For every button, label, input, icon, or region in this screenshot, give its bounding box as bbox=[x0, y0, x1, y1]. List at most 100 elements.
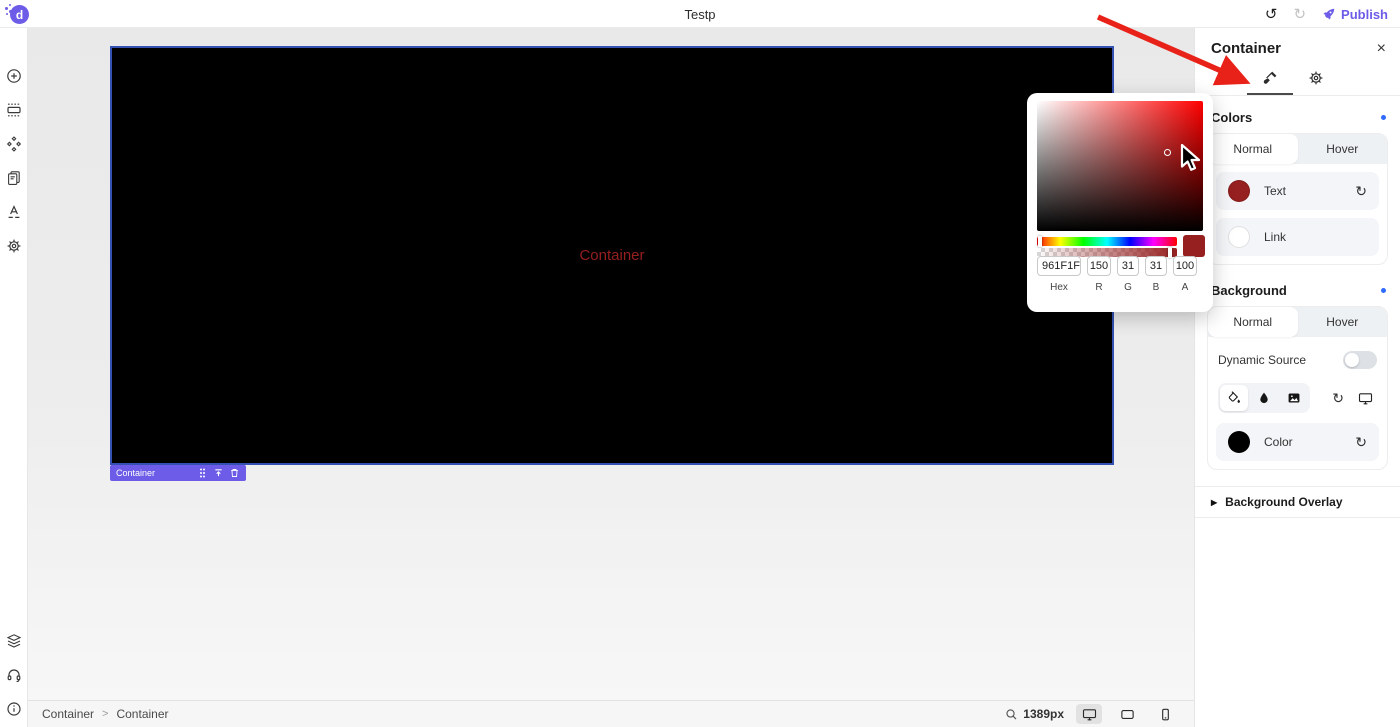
reset-text-color-icon[interactable]: ↻ bbox=[1355, 183, 1367, 200]
breadcrumb-separator: > bbox=[102, 708, 109, 720]
reset-background-color-icon[interactable]: ↻ bbox=[1355, 434, 1367, 451]
drag-handle-icon[interactable] bbox=[198, 468, 208, 479]
red-label: R bbox=[1095, 282, 1103, 293]
hex-label: Hex bbox=[1050, 282, 1068, 293]
colors-section: Normal Hover Text ↻ Link bbox=[1207, 133, 1388, 265]
editor-canvas[interactable]: Container Container bbox=[28, 28, 1194, 700]
color-pointer[interactable] bbox=[1164, 149, 1171, 156]
logo-dot bbox=[5, 7, 8, 10]
background-color-label: Color bbox=[1264, 435, 1293, 449]
background-active-dot bbox=[1381, 288, 1386, 293]
background-tab-hover[interactable]: Hover bbox=[1298, 307, 1388, 337]
device-tablet-icon[interactable] bbox=[1114, 704, 1140, 724]
publish-label: Publish bbox=[1341, 6, 1388, 22]
selection-badge-label: Container bbox=[116, 468, 156, 478]
alpha-input[interactable] bbox=[1173, 256, 1197, 276]
background-section: Normal Hover Dynamic Source ↻ Color ↻ bbox=[1207, 306, 1388, 470]
hue-slider[interactable] bbox=[1037, 236, 1177, 247]
background-color-row[interactable]: Color ↻ bbox=[1216, 423, 1379, 461]
tab-settings-gear-icon[interactable] bbox=[1293, 63, 1339, 95]
colors-tab-normal[interactable]: Normal bbox=[1208, 134, 1298, 164]
text-color-row[interactable]: Text ↻ bbox=[1216, 172, 1379, 210]
breadcrumb-current[interactable]: Container bbox=[116, 707, 168, 721]
support-headset-icon[interactable] bbox=[6, 667, 22, 683]
tab-style-brush-icon[interactable] bbox=[1247, 63, 1293, 95]
components-icon[interactable] bbox=[6, 136, 22, 152]
rocket-icon bbox=[1322, 7, 1336, 21]
logo-mark: d bbox=[10, 5, 29, 24]
blue-input[interactable] bbox=[1145, 256, 1167, 276]
pages-icon[interactable] bbox=[6, 170, 22, 186]
logo-dot bbox=[6, 13, 8, 15]
toggle-knob bbox=[1345, 353, 1359, 367]
background-overlay-accordion[interactable]: ▶ Background Overlay bbox=[1195, 486, 1400, 518]
undo-icon[interactable]: ↺ bbox=[1265, 5, 1278, 23]
top-bar: d Testp ↺ ↻ Publish bbox=[0, 0, 1400, 28]
page-title: Testp bbox=[684, 6, 716, 22]
panel-title: Container bbox=[1211, 40, 1282, 57]
canvas-zoom-indicator[interactable]: 1389px bbox=[1005, 707, 1064, 721]
color-picker-popup: Hex R G B A bbox=[1027, 93, 1213, 312]
sections-icon[interactable] bbox=[6, 102, 22, 118]
delete-icon[interactable] bbox=[230, 468, 240, 479]
app-logo[interactable]: d bbox=[4, 3, 29, 25]
close-icon[interactable]: × bbox=[1377, 40, 1386, 57]
breadcrumb-parent[interactable]: Container bbox=[42, 707, 94, 721]
colors-active-dot bbox=[1381, 115, 1386, 120]
hex-input[interactable] bbox=[1037, 256, 1081, 276]
info-icon[interactable] bbox=[6, 701, 22, 717]
link-color-swatch[interactable] bbox=[1228, 226, 1250, 248]
chevron-right-icon: ▶ bbox=[1211, 497, 1218, 507]
device-mobile-icon[interactable] bbox=[1152, 704, 1178, 724]
logo-dot bbox=[9, 4, 11, 6]
background-tab-normal[interactable]: Normal bbox=[1208, 307, 1298, 337]
redo-icon[interactable]: ↻ bbox=[1293, 5, 1306, 23]
status-bar: Container > Container 1389px bbox=[28, 700, 1194, 727]
container-placeholder-text: Container bbox=[579, 247, 645, 264]
selection-badge[interactable]: Container bbox=[110, 465, 246, 481]
background-state-tabs: Normal Hover bbox=[1208, 307, 1387, 337]
bg-type-image-icon[interactable] bbox=[1280, 385, 1308, 411]
tab-edit-pencil-icon[interactable] bbox=[1201, 63, 1247, 95]
selected-container-element[interactable]: Container bbox=[110, 46, 1114, 465]
breadcrumb: Container > Container bbox=[28, 707, 169, 721]
canvas-width-value: 1389px bbox=[1023, 707, 1064, 721]
device-desktop-icon[interactable] bbox=[1076, 704, 1102, 724]
reset-background-icon[interactable]: ↻ bbox=[1332, 390, 1344, 407]
current-color-preview bbox=[1183, 235, 1205, 257]
link-color-label: Link bbox=[1264, 230, 1287, 244]
bg-type-color-bucket-icon[interactable] bbox=[1220, 385, 1248, 411]
add-element-icon[interactable] bbox=[6, 68, 22, 84]
colors-section-heading: Colors bbox=[1211, 110, 1253, 125]
dynamic-source-label: Dynamic Source bbox=[1218, 353, 1307, 367]
background-overlay-label: Background Overlay bbox=[1225, 495, 1343, 509]
site-settings-icon[interactable] bbox=[6, 238, 22, 254]
colors-tab-hover[interactable]: Hover bbox=[1298, 134, 1388, 164]
colors-state-tabs: Normal Hover bbox=[1208, 134, 1387, 164]
text-color-swatch[interactable] bbox=[1228, 180, 1250, 202]
background-type-group bbox=[1218, 383, 1310, 413]
magnifier-icon bbox=[1005, 708, 1018, 721]
background-color-swatch[interactable] bbox=[1228, 431, 1250, 453]
text-color-label: Text bbox=[1264, 184, 1287, 198]
panel-tabs bbox=[1195, 61, 1400, 96]
style-panel: Container × Colors Normal Hover Text ↻ L… bbox=[1194, 28, 1400, 727]
blue-label: B bbox=[1152, 282, 1160, 293]
saturation-value-area[interactable] bbox=[1037, 101, 1203, 231]
responsive-monitor-icon[interactable] bbox=[1358, 391, 1373, 406]
publish-button[interactable]: Publish bbox=[1322, 7, 1388, 22]
typography-icon[interactable] bbox=[6, 204, 22, 220]
link-color-row[interactable]: Link bbox=[1216, 218, 1379, 256]
hue-slider-handle[interactable] bbox=[1038, 236, 1042, 247]
collapse-up-icon[interactable] bbox=[214, 468, 224, 479]
layers-icon[interactable] bbox=[6, 633, 22, 649]
dynamic-source-toggle[interactable] bbox=[1343, 351, 1377, 369]
red-input[interactable] bbox=[1087, 256, 1111, 276]
topbar-actions: ↺ ↻ Publish bbox=[1265, 0, 1388, 28]
alpha-label: A bbox=[1181, 282, 1189, 293]
green-input[interactable] bbox=[1117, 256, 1139, 276]
background-section-heading: Background bbox=[1211, 283, 1287, 298]
green-label: G bbox=[1124, 282, 1132, 293]
bg-type-gradient-droplet-icon[interactable] bbox=[1250, 385, 1278, 411]
left-sidebar bbox=[0, 28, 28, 727]
